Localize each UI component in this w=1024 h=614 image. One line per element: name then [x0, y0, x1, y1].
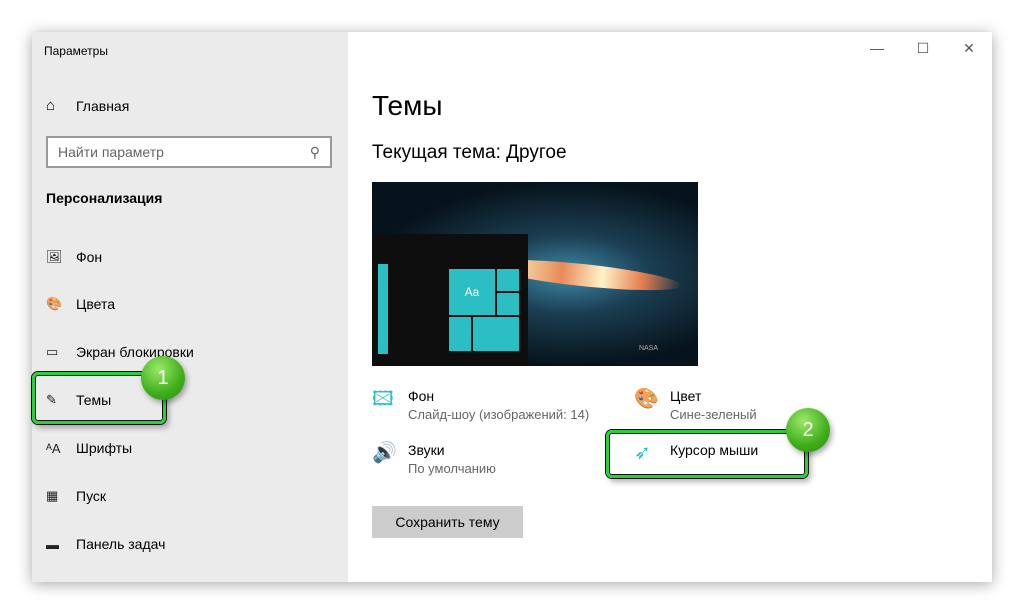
picture-icon: 🖼: [46, 249, 63, 264]
section-heading: Персонализация: [46, 190, 163, 206]
prop-label: Фон: [408, 388, 435, 404]
search-icon[interactable]: ⚲: [310, 144, 320, 160]
prop-value: Слайд-шоу (изображений: 14): [408, 407, 590, 422]
prop-value: Сине-зеленый: [670, 407, 757, 422]
prop-sounds[interactable]: 🔊 Звуки По умолчанию: [372, 442, 496, 476]
preview-window: Aa: [372, 234, 528, 366]
sidebar-item-background[interactable]: 🖼 Фон: [46, 245, 102, 269]
preview-tile: [472, 316, 520, 352]
search-input[interactable]: Найти параметр ⚲: [46, 136, 332, 168]
item-label: Цвета: [76, 296, 115, 312]
step-badge-1: 1: [141, 356, 185, 400]
preview-tile: Aa: [448, 268, 496, 316]
palette-icon: 🎨: [46, 296, 63, 311]
item-label: Фон: [76, 249, 103, 265]
preview-tile: [448, 316, 472, 352]
save-theme-button[interactable]: Сохранить тему: [372, 506, 523, 538]
item-label: Панель задач: [76, 536, 166, 552]
home-label: Главная: [76, 97, 130, 114]
sidebar: Параметры ⌂ Главная Найти параметр ⚲ Персо…: [32, 32, 348, 582]
prop-value: По умолчанию: [408, 461, 496, 476]
search-placeholder: Найти параметр: [58, 144, 164, 160]
fonts-icon: ᴬA: [46, 440, 61, 456]
preview-sidebar: [378, 264, 388, 354]
window-title: Параметры: [44, 44, 108, 58]
settings-window: Параметры ⌂ Главная Найти параметр ⚲ Персо…: [32, 32, 992, 582]
minimize-button[interactable]: —: [854, 32, 900, 64]
sidebar-item-start[interactable]: ▦ Пуск: [46, 484, 106, 508]
preview-tile: [496, 292, 520, 316]
prop-label: Цвет: [670, 388, 702, 404]
page-title: Темы: [372, 90, 443, 121]
window-controls: — ☐ ✕: [854, 32, 992, 64]
preview-tile: [496, 268, 520, 292]
speaker-icon: 🔊: [372, 442, 397, 464]
sidebar-item-colors[interactable]: 🎨 Цвета: [46, 292, 115, 316]
start-icon: ▦: [46, 488, 59, 503]
preview-watermark: NASA: [638, 345, 658, 352]
prop-color[interactable]: 🎨 Цвет Сине-зеленый: [634, 388, 757, 422]
step-badge-2: 2: [786, 408, 830, 452]
palette-icon: 🎨: [634, 388, 659, 410]
sidebar-item-taskbar[interactable]: ▬ Панель задач: [46, 532, 165, 556]
current-theme: Текущая тема: Другое: [372, 142, 567, 163]
prop-background[interactable]: 🖾 Фон Слайд-шоу (изображений: 14): [372, 388, 589, 422]
item-label: Пуск: [76, 488, 107, 504]
item-label: Экран блокировки: [76, 344, 194, 360]
prop-label: Звуки: [408, 442, 445, 458]
lockscreen-icon: ▭: [46, 344, 59, 359]
sidebar-item-fonts[interactable]: ᴬA Шрифты: [46, 436, 132, 460]
taskbar-icon: ▬: [46, 536, 59, 552]
close-button[interactable]: ✕: [946, 32, 992, 64]
item-label: Шрифты: [76, 440, 133, 456]
picture-icon: 🖾: [372, 388, 394, 410]
sidebar-home[interactable]: ⌂ Главная: [46, 97, 129, 114]
theme-preview: Aa NASA: [372, 182, 698, 366]
maximize-button[interactable]: ☐: [900, 32, 946, 64]
home-icon: ⌂: [46, 97, 56, 114]
highlight-cursor: [606, 430, 808, 478]
